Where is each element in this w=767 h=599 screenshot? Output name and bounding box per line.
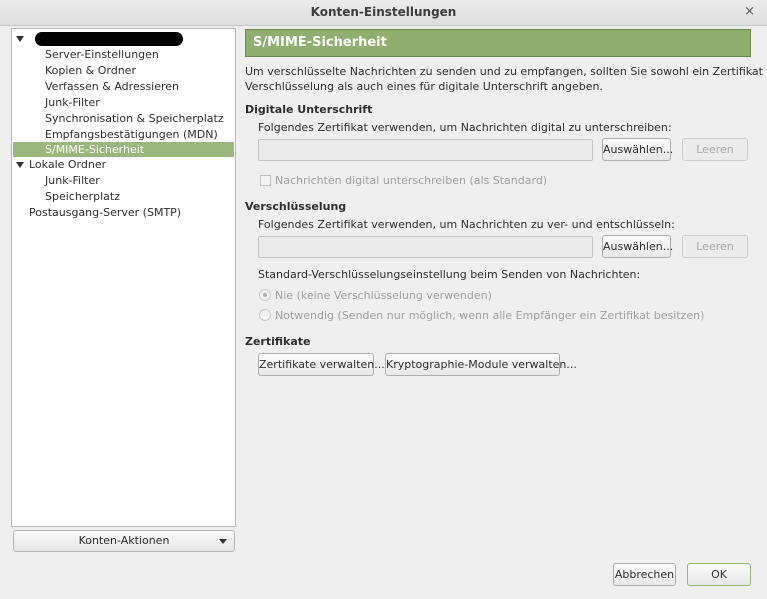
encryption-description: Folgendes Zertifikat verwenden, um Nachr… <box>258 218 675 231</box>
tree-item-sync-storage[interactable]: Synchronisation & Speicherplatz <box>13 111 234 127</box>
tree-item-label: Verfassen & Adressieren <box>45 80 180 93</box>
sign-default-checkbox[interactable] <box>260 175 271 186</box>
signing-clear-button[interactable]: Leeren <box>682 138 748 161</box>
encryption-required-radio[interactable] <box>259 309 271 321</box>
expand-arrow-icon[interactable] <box>16 36 24 42</box>
encryption-heading: Verschlüsselung <box>245 200 347 213</box>
tree-item-label: Postausgang-Server (SMTP) <box>29 206 182 219</box>
expand-arrow-icon[interactable] <box>16 162 24 168</box>
tree-item-account[interactable] <box>13 31 234 47</box>
account-tree[interactable]: Server-Einstellungen Kopien & Ordner Ver… <box>11 28 236 527</box>
tree-item-composition[interactable]: Verfassen & Adressieren <box>13 79 234 95</box>
manage-certificates-button[interactable]: Zertifikate verwalten... <box>258 353 385 376</box>
encryption-required-label: Notwendig (Senden nur möglich, wenn alle… <box>275 309 705 322</box>
signing-choose-button[interactable]: Auswählen... <box>602 138 673 161</box>
encryption-never-radio[interactable] <box>259 289 271 301</box>
signing-heading: Digitale Unterschrift <box>245 103 373 116</box>
manage-crypto-modules-button[interactable]: Kryptographie-Module verwalten... <box>385 353 577 376</box>
tree-item-label: Synchronisation & Speicherplatz <box>45 112 224 125</box>
tree-item-server-settings[interactable]: Server-Einstellungen <box>13 47 234 63</box>
title-bar: Konten-Einstellungen × <box>0 0 767 26</box>
tree-item-receipts[interactable]: Empfangsbestätigungen (MDN) <box>13 127 234 143</box>
account-actions-button[interactable]: Konten-Aktionen <box>13 530 235 552</box>
window-title: Konten-Einstellungen <box>310 5 457 19</box>
page-title: S/MIME-Sicherheit <box>245 29 751 57</box>
tree-item-label: Lokale Ordner <box>29 158 107 171</box>
tree-item-label: Kopien & Ordner <box>45 64 136 77</box>
tree-item-copies-folders[interactable]: Kopien & Ordner <box>13 63 234 79</box>
tree-item-label: Junk-Filter <box>45 174 100 187</box>
tree-item-label: Speicherplatz <box>45 190 120 203</box>
tree-item-local-junk-filter[interactable]: Junk-Filter <box>13 173 234 189</box>
encryption-never-label: Nie (keine Verschlüsselung verwenden) <box>275 289 492 302</box>
signing-description: Folgendes Zertifikat verwenden, um Nachr… <box>258 121 672 134</box>
redacted-account-name <box>35 32 183 46</box>
close-icon[interactable]: × <box>744 0 755 24</box>
tree-item-smime-security[interactable]: S/MIME-Sicherheit <box>13 142 234 157</box>
tree-item-label: Server-Einstellungen <box>45 48 159 61</box>
tree-item-label: Junk-Filter <box>45 96 100 109</box>
encryption-choose-button[interactable]: Auswählen... <box>602 235 673 258</box>
signing-cert-field[interactable] <box>258 139 593 161</box>
tree-item-label: S/MIME-Sicherheit <box>45 143 145 156</box>
encryption-cert-field[interactable] <box>258 236 593 258</box>
dropdown-arrow-icon <box>219 539 227 544</box>
sign-default-label: Nachrichten digital unterschreiben (als … <box>275 174 548 187</box>
certificates-heading: Zertifikate <box>245 335 311 348</box>
tree-item-local-storage[interactable]: Speicherplatz <box>13 189 234 205</box>
intro-text-line1: Um verschlüsselte Nachrichten zu senden … <box>245 65 767 78</box>
intro-text-line2: Verschlüsselung als auch eines für digit… <box>245 80 603 93</box>
encryption-clear-button[interactable]: Leeren <box>682 235 748 258</box>
ok-button[interactable]: OK <box>687 563 751 586</box>
cancel-button[interactable]: Abbrechen <box>613 563 676 586</box>
tree-item-local-folders[interactable]: Lokale Ordner <box>13 157 234 173</box>
tree-item-smtp[interactable]: Postausgang-Server (SMTP) <box>13 205 234 221</box>
encryption-default-label: Standard-Verschlüsselungseinstellung bei… <box>258 268 641 281</box>
tree-item-label: Empfangsbestätigungen (MDN) <box>45 128 218 141</box>
tree-item-junk-filter[interactable]: Junk-Filter <box>13 95 234 111</box>
account-actions-label: Konten-Aktionen <box>78 534 170 547</box>
